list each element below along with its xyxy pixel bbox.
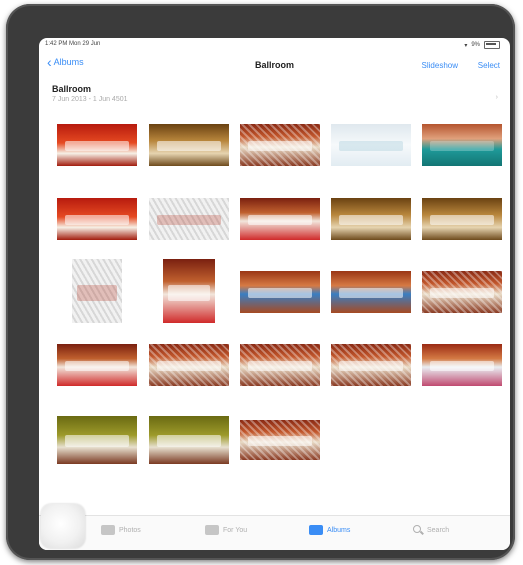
battery-icon (484, 41, 500, 49)
screen: 1:42 PM Mon 29 Jun ▾ 9% ‹ Albums Ballroo… (39, 38, 510, 550)
photo-thumbnail[interactable] (57, 416, 137, 464)
slideshow-button[interactable]: Slideshow (422, 61, 458, 70)
albums-icon (309, 525, 323, 535)
photo-thumbnail[interactable] (57, 344, 137, 386)
assistive-touch-button[interactable] (41, 504, 85, 548)
photo-thumbnail[interactable] (240, 124, 320, 166)
photo-thumbnail[interactable] (240, 271, 320, 313)
photo-thumbnail[interactable] (57, 124, 137, 166)
album-name: Ballroom (52, 84, 92, 94)
tab-albums[interactable]: Albums (309, 525, 350, 535)
tab-label: Albums (327, 526, 351, 534)
photo-thumbnail[interactable] (240, 420, 320, 460)
photo-thumbnail[interactable] (422, 124, 502, 166)
album-dates: 7 Jun 2013 - 1 Jun 4501 (52, 96, 128, 103)
search-icon (413, 525, 423, 535)
photos-icon (101, 525, 115, 535)
tab-label: Search (427, 526, 450, 534)
tab-for-you[interactable]: For You (205, 525, 247, 535)
photo-thumbnail[interactable] (163, 259, 215, 323)
navigation-bar: ‹ Albums Ballroom Slideshow Select (39, 52, 510, 82)
battery-percent: 9% (471, 42, 480, 48)
tab-bar: Photos For You Albums Search (39, 515, 510, 550)
photo-thumbnail[interactable] (149, 198, 229, 240)
photo-thumbnail[interactable] (57, 198, 137, 240)
status-bar: 1:42 PM Mon 29 Jun ▾ 9% (39, 38, 510, 52)
photo-thumbnail[interactable] (331, 198, 411, 240)
chevron-right-icon[interactable]: › (496, 94, 498, 101)
photo-thumbnail[interactable] (422, 198, 502, 240)
photo-thumbnail[interactable] (149, 124, 229, 166)
wifi-icon: ▾ (464, 42, 468, 49)
tab-label: For You (223, 526, 248, 534)
ipad-frame: 1:42 PM Mon 29 Jun ▾ 9% ‹ Albums Ballroo… (6, 4, 515, 560)
photo-thumbnail[interactable] (422, 271, 502, 313)
tab-photos[interactable]: Photos (101, 525, 141, 535)
select-button[interactable]: Select (478, 61, 500, 70)
album-header: Ballroom 7 Jun 2013 - 1 Jun 4501 › (52, 84, 500, 103)
photo-thumbnail[interactable] (240, 198, 320, 240)
photo-thumbnail[interactable] (149, 416, 229, 464)
photo-thumbnail[interactable] (240, 344, 320, 386)
tab-search[interactable]: Search (413, 525, 449, 535)
for-you-icon (205, 525, 219, 535)
photo-thumbnail[interactable] (331, 124, 411, 166)
photo-thumbnail[interactable] (331, 271, 411, 313)
photo-thumbnail[interactable] (422, 344, 502, 386)
status-time: 1:42 PM Mon 29 Jun (45, 41, 101, 47)
tab-label: Photos (119, 526, 141, 534)
photo-thumbnail[interactable] (72, 259, 122, 323)
status-right: ▾ 9% (464, 41, 500, 49)
photo-thumbnail[interactable] (331, 344, 411, 386)
photo-thumbnail[interactable] (149, 344, 229, 386)
